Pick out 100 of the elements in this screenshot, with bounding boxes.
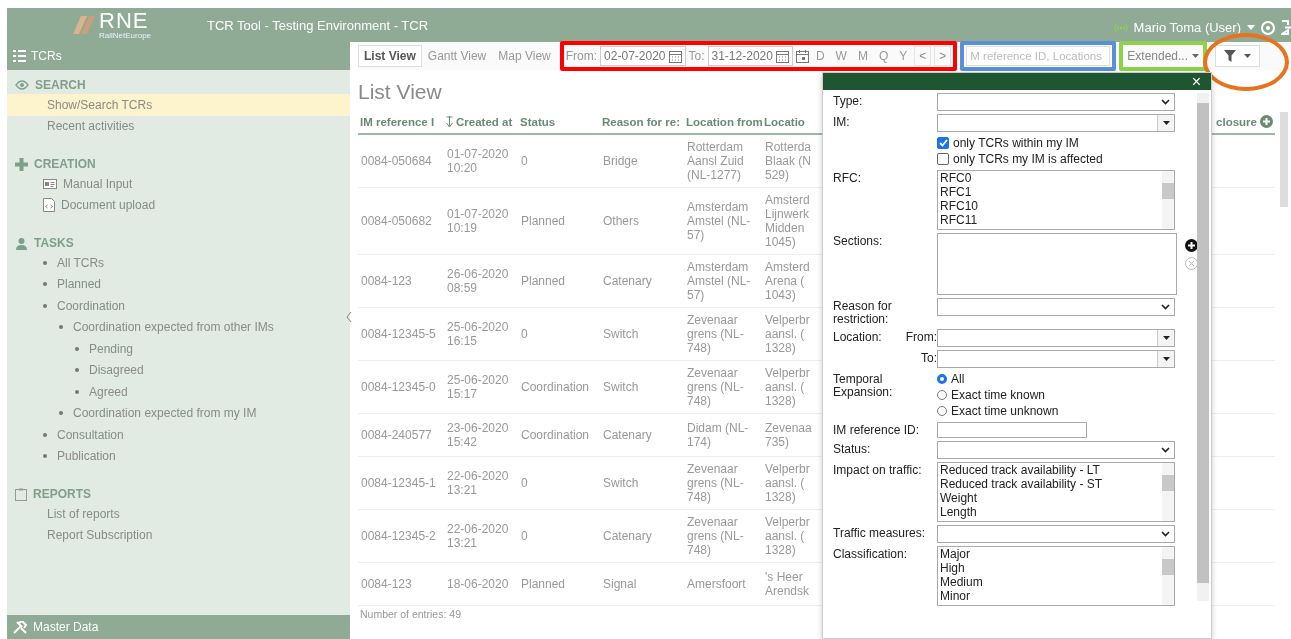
from-date-field[interactable]: 02-07-2020 bbox=[600, 46, 686, 66]
column-header[interactable]: Created at bbox=[444, 110, 518, 133]
sidebar-item[interactable]: Show/Search TCRs bbox=[7, 94, 350, 116]
combo-field[interactable] bbox=[937, 350, 1175, 368]
list-option[interactable]: RFC11 bbox=[940, 213, 1162, 227]
text-field[interactable] bbox=[937, 422, 1087, 438]
list-option[interactable]: RFC1 bbox=[940, 185, 1162, 199]
calendar-icon[interactable] bbox=[668, 49, 682, 63]
sidebar-item[interactable]: Manual Input bbox=[7, 173, 350, 195]
table-cell-text: Rotterdam Aansl Zuid (NL-1277) bbox=[686, 139, 745, 184]
user-menu[interactable]: Mario Toma (User) bbox=[1133, 20, 1241, 35]
radio-label[interactable]: Exact time known bbox=[951, 388, 1046, 402]
scrollbar[interactable] bbox=[1162, 463, 1174, 521]
checkbox-label[interactable]: only TCRs within my IM bbox=[953, 136, 1079, 150]
period-button[interactable]: Y bbox=[895, 47, 912, 65]
dropdown-field[interactable] bbox=[937, 93, 1175, 111]
sort-icon[interactable] bbox=[446, 115, 453, 128]
column-header[interactable]: Location from bbox=[684, 110, 762, 133]
list-option[interactable]: Medium bbox=[940, 575, 1162, 589]
field-label: Sections: bbox=[833, 235, 883, 250]
to-date-field[interactable]: 31-12-2020 bbox=[707, 46, 793, 66]
add-column-icon[interactable] bbox=[1260, 115, 1273, 128]
previous-button[interactable]: < bbox=[914, 46, 932, 66]
period-button[interactable]: W bbox=[831, 47, 851, 65]
add-icon[interactable] bbox=[1185, 239, 1198, 252]
scrollbar[interactable] bbox=[1162, 547, 1174, 605]
list-option[interactable]: Weight bbox=[940, 491, 1162, 505]
radio-button[interactable] bbox=[937, 406, 947, 416]
filter-button[interactable] bbox=[1215, 45, 1260, 67]
list-box[interactable]: RFC0 RFC1 RFC10 RFC11 bbox=[937, 170, 1175, 230]
checkbox[interactable] bbox=[937, 137, 949, 149]
sidebar-item[interactable]: Coordination expected from my IM bbox=[7, 402, 350, 424]
list-option[interactable]: High bbox=[940, 561, 1162, 575]
checkbox-label[interactable]: only TCRs my IM is affected bbox=[953, 152, 1103, 166]
dropdown-field[interactable] bbox=[937, 525, 1175, 543]
master-data-label[interactable]: Master Data bbox=[33, 620, 99, 634]
sidebar-item[interactable]: Recent activities bbox=[7, 115, 350, 137]
table-cell-text: Bridge bbox=[602, 153, 639, 170]
period-button[interactable]: D bbox=[811, 47, 829, 65]
list-option[interactable]: Reduced track availability - LT bbox=[940, 463, 1162, 477]
table-cell-text: 25-06-2020 15:17 bbox=[446, 372, 510, 403]
field-label: RFC: bbox=[833, 172, 861, 187]
remove-icon[interactable] bbox=[1185, 257, 1198, 270]
calendar-icon[interactable] bbox=[795, 49, 809, 63]
dropdown-field[interactable] bbox=[937, 441, 1175, 459]
column-header[interactable]: Status bbox=[518, 110, 600, 133]
field-label: Type: bbox=[833, 95, 863, 110]
dropdown-field[interactable] bbox=[937, 298, 1175, 316]
master-data-bar[interactable]: Master Data bbox=[7, 615, 350, 639]
radio-button[interactable] bbox=[937, 374, 947, 384]
period-button[interactable]: Q bbox=[874, 47, 893, 65]
plus-icon bbox=[15, 157, 28, 171]
scrollbar[interactable] bbox=[1162, 171, 1174, 229]
sidebar-item[interactable]: Planned bbox=[7, 273, 350, 295]
radio-label[interactable]: All bbox=[951, 372, 965, 386]
checkbox[interactable] bbox=[937, 153, 949, 165]
person-icon bbox=[15, 236, 28, 250]
list-option[interactable]: Major bbox=[940, 547, 1162, 561]
sidebar-item[interactable]: Coordination expected from other IMs bbox=[7, 316, 350, 338]
view-tab[interactable]: Gantt View bbox=[421, 45, 493, 67]
close-button[interactable]: × bbox=[1181, 73, 1211, 90]
caret-icon bbox=[1162, 336, 1170, 340]
sidebar-item[interactable]: Publication bbox=[7, 445, 350, 467]
sidebar-item[interactable]: Agreed bbox=[7, 381, 350, 403]
scrollbar[interactable] bbox=[1197, 93, 1209, 601]
sidebar-item[interactable]: Document upload bbox=[7, 194, 350, 216]
sidebar-item[interactable]: List of reports bbox=[7, 503, 350, 525]
logout-icon[interactable] bbox=[1281, 20, 1291, 35]
view-mode-select[interactable]: Extended... bbox=[1125, 47, 1201, 65]
caret-icon[interactable] bbox=[1247, 25, 1255, 30]
next-button[interactable]: > bbox=[934, 46, 952, 66]
sections-field[interactable] bbox=[937, 233, 1177, 295]
calendar-icon[interactable] bbox=[775, 49, 789, 63]
signal-icon bbox=[1113, 22, 1128, 33]
column-header[interactable]: Reason for re: bbox=[600, 110, 684, 133]
chevron-left-icon[interactable] bbox=[346, 312, 352, 322]
sidebar-item[interactable]: Pending bbox=[7, 338, 350, 360]
search-field[interactable]: M reference ID, Locations bbox=[966, 46, 1111, 66]
sidebar-item[interactable]: Consultation bbox=[7, 424, 350, 446]
list-option[interactable]: RFC0 bbox=[940, 171, 1162, 185]
list-option[interactable]: Minor bbox=[940, 589, 1162, 603]
sidebar-item[interactable]: Disagreed bbox=[7, 359, 350, 381]
table-cell-text: Switch bbox=[602, 475, 640, 492]
sidebar-item[interactable]: Report Subscription bbox=[7, 524, 350, 546]
column-header[interactable]: Locatio bbox=[762, 110, 815, 133]
list-option[interactable]: RFC10 bbox=[940, 199, 1162, 213]
view-tab[interactable]: List View bbox=[358, 45, 422, 67]
combo-field[interactable] bbox=[937, 329, 1175, 347]
combo-field[interactable] bbox=[937, 114, 1175, 132]
help-icon[interactable] bbox=[1261, 20, 1275, 35]
list-box[interactable]: Major High Medium Minor bbox=[937, 546, 1175, 606]
list-option[interactable]: Reduced track availability - ST bbox=[940, 477, 1162, 491]
radio-button[interactable] bbox=[937, 390, 947, 400]
column-header[interactable]: closure bbox=[1214, 110, 1275, 133]
period-button[interactable]: M bbox=[853, 47, 872, 65]
list-box[interactable]: Reduced track availability - LT Reduced track availability - ST Weight Length bbox=[937, 462, 1175, 522]
column-header[interactable]: IM reference I bbox=[358, 110, 444, 133]
sidebar-item[interactable]: All TCRs bbox=[7, 252, 350, 274]
sidebar-item[interactable]: Coordination bbox=[7, 295, 350, 317]
view-tab[interactable]: Map View bbox=[492, 45, 557, 67]
